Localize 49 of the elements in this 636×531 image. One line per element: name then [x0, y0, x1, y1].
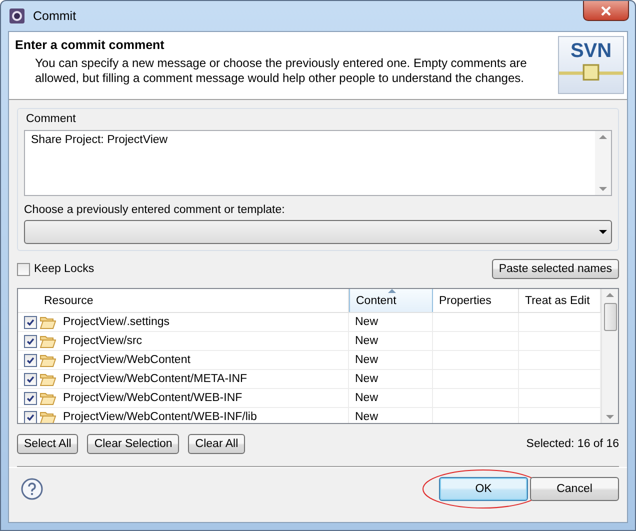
comment-field[interactable]: Share Project: ProjectView: [24, 130, 612, 196]
keep-locks-checkbox[interactable]: [17, 262, 30, 276]
history-label: Choose a previously entered comment or template:: [24, 204, 286, 216]
content-status: New: [355, 411, 378, 423]
content-status: New: [355, 392, 378, 404]
resource-path: ProjectView/WebContent/META-INF: [63, 373, 248, 385]
svn-logo: SVN: [558, 36, 624, 94]
dialog-button[interactable]: OK: [439, 477, 528, 501]
selected-count: Selected: 16 of 16: [526, 438, 619, 450]
resource-path: ProjectView/src: [63, 335, 142, 347]
row-checkbox[interactable]: [24, 316, 37, 328]
help-icon[interactable]: [21, 478, 43, 500]
keep-locks-label: Keep Locks: [34, 263, 94, 275]
scrollbar[interactable]: [601, 289, 618, 423]
content-status: New: [355, 335, 378, 347]
folder-icon: [40, 392, 56, 404]
row-checkbox[interactable]: [24, 372, 37, 386]
folder-icon: [40, 354, 56, 366]
folder-icon: [40, 372, 56, 386]
row-checkbox[interactable]: [24, 392, 37, 404]
paste-names-button[interactable]: Paste selected names: [492, 259, 619, 279]
content-status: New: [355, 354, 378, 366]
selection-button[interactable]: Clear All: [188, 434, 246, 454]
window-title: Commit: [33, 9, 76, 23]
selection-button[interactable]: Clear Selection: [87, 434, 180, 454]
folder-icon: [40, 410, 56, 423]
content-status: New: [355, 316, 378, 328]
folder-icon: [40, 316, 56, 328]
folder-icon: [40, 334, 56, 348]
scrollbar[interactable]: [595, 131, 611, 195]
close-button[interactable]: [583, 1, 629, 21]
history-dropdown[interactable]: [24, 220, 612, 244]
row-checkbox[interactable]: [24, 354, 37, 366]
column-header[interactable]: Properties: [433, 289, 519, 312]
header-title: Enter a commit comment: [15, 38, 166, 52]
dialog-button[interactable]: Cancel: [530, 477, 619, 501]
column-header[interactable]: Content: [349, 289, 433, 312]
selection-button[interactable]: Select All: [17, 434, 78, 454]
content-status: New: [355, 373, 378, 385]
resource-path: ProjectView/WebContent/WEB-INF/lib: [63, 411, 257, 423]
resource-path: ProjectView/.settings: [63, 316, 170, 328]
close-icon: [600, 6, 612, 16]
resource-path: ProjectView/WebContent: [63, 354, 190, 366]
row-checkbox[interactable]: [24, 334, 37, 348]
comment-label: Comment: [26, 113, 77, 125]
resource-path: ProjectView/WebContent/WEB-INF: [63, 392, 242, 404]
header-description: You can specify a new message or choose the previously entered one. Empty comments are allowed, but filling a comment message would help other people to understand the changes.: [34, 55, 528, 86]
row-checkbox[interactable]: [24, 410, 37, 423]
sort-arrow-icon: [388, 289, 396, 293]
